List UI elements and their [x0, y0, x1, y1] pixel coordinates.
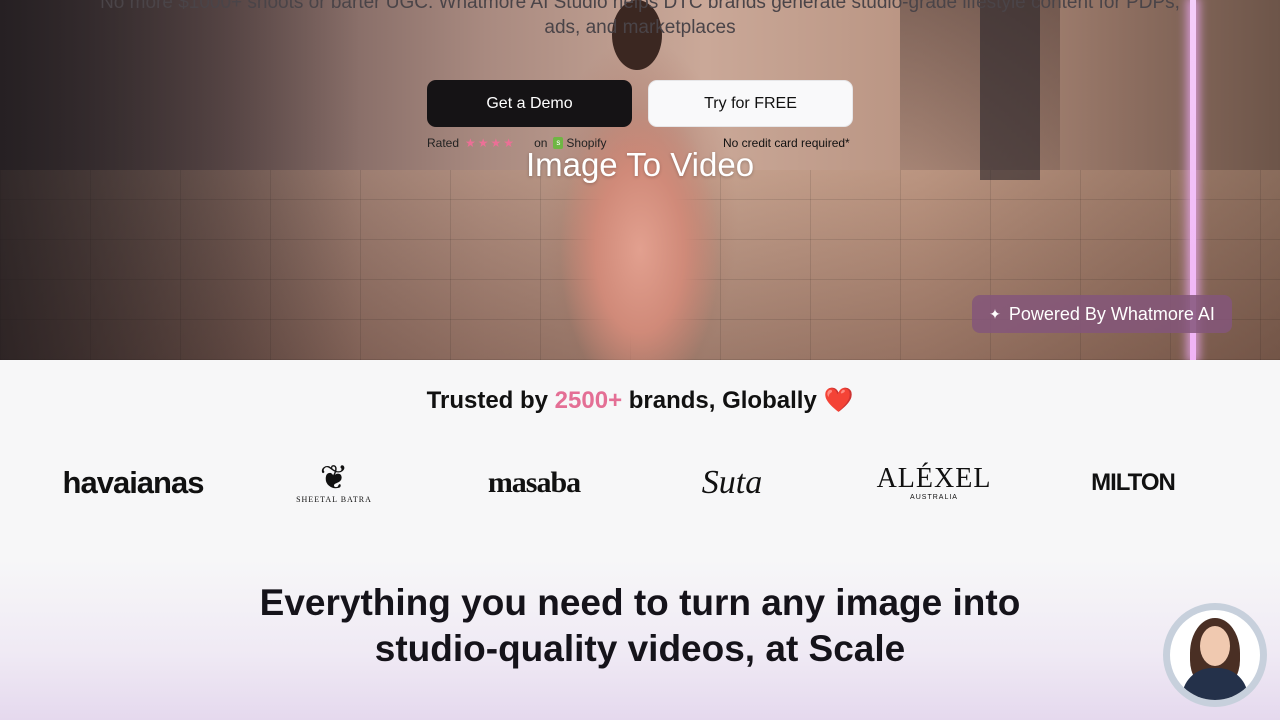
logo-suta: Suta: [701, 463, 763, 501]
chat-avatar-button[interactable]: [1163, 603, 1267, 707]
logo-alexel: ALÉXEL AUSTRALIA: [872, 455, 996, 510]
alexel-sub-label: AUSTRALIA: [910, 494, 958, 501]
powered-label: Powered By Whatmore AI: [1008, 303, 1215, 324]
logo-masaba: masaba: [487, 465, 581, 499]
logo-milton: MILTON: [1091, 468, 1176, 496]
logo-sheetal-batra: ❦ SHEETAL BATRA: [292, 455, 376, 510]
tree-icon: ❦: [319, 459, 349, 497]
trusted-heading: Trusted by 2500+ brands, Globally ❤️: [0, 386, 1280, 415]
avatar: [1170, 610, 1260, 700]
brand-count: 2500+: [554, 387, 623, 414]
section-headline: Everything you need to turn any image in…: [0, 580, 1280, 672]
avatar-face: [1200, 626, 1230, 666]
headline-line-1: Everything you need to turn any image in…: [259, 582, 1021, 623]
alexel-label: ALÉXEL: [876, 463, 992, 494]
hero-subtitle: No more $1000+ shoots or barter UGC. Wha…: [100, 0, 1180, 38]
logo-havaianas: havaianas: [62, 464, 205, 500]
hero-video: No more $1000+ shoots or barter UGC. Wha…: [0, 0, 1280, 360]
sheetal-label: SHEETAL BATRA: [296, 495, 372, 504]
trusted-suffix: brands, Globally: [622, 387, 817, 414]
get-demo-button[interactable]: Get a Demo: [427, 80, 632, 127]
try-free-button[interactable]: Try for FREE: [648, 80, 853, 127]
heart-icon: ❤️: [823, 387, 854, 414]
sparkle-icon: ✦: [989, 305, 1001, 322]
hero-title: Image To Video: [525, 146, 755, 183]
powered-by-badge: ✦ Powered By Whatmore AI: [972, 295, 1232, 333]
trusted-prefix: Trusted by: [426, 387, 555, 414]
headline-line-2: studio-quality videos, at Scale: [374, 628, 906, 669]
